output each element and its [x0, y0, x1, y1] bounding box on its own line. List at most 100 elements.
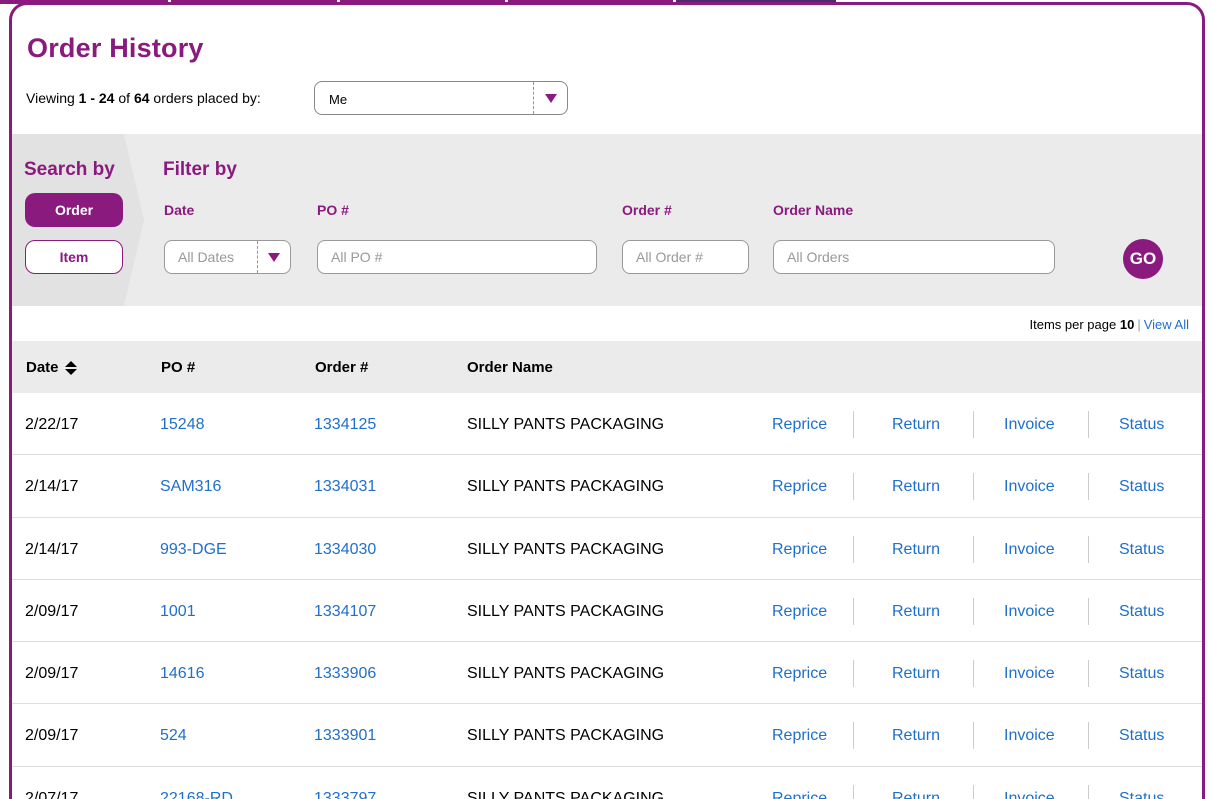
- status-link[interactable]: Status: [1119, 603, 1164, 621]
- status-link[interactable]: Status: [1119, 478, 1164, 496]
- divider: [1088, 597, 1089, 625]
- status-link[interactable]: Status: [1119, 665, 1164, 683]
- return-link[interactable]: Return: [892, 478, 940, 496]
- order-number-link[interactable]: 1333797: [314, 790, 376, 799]
- po-number-link[interactable]: 1001: [160, 603, 196, 621]
- filter-po-label: PO #: [317, 202, 349, 218]
- placed-by-select[interactable]: Me: [314, 81, 568, 115]
- order-name: SILLY PANTS PACKAGING: [467, 789, 665, 799]
- invoice-link[interactable]: Invoice: [1004, 416, 1055, 434]
- reprice-link[interactable]: Reprice: [772, 790, 827, 799]
- po-number-link[interactable]: 524: [160, 727, 187, 745]
- go-button[interactable]: GO: [1123, 239, 1163, 279]
- order-name: SILLY PANTS PACKAGING: [467, 665, 665, 683]
- order-date: 2/14/17: [25, 540, 79, 558]
- divider: [853, 411, 854, 438]
- order-number-link[interactable]: 1333901: [314, 727, 376, 745]
- invoice-link[interactable]: Invoice: [1004, 478, 1055, 496]
- divider: [973, 473, 974, 501]
- po-number-link[interactable]: 22168-RD: [160, 790, 233, 799]
- order-date: 2/07/17: [25, 789, 79, 799]
- po-number-link[interactable]: 993-DGE: [160, 541, 227, 559]
- divider: |: [1137, 317, 1141, 332]
- filter-date-dropdown-toggle[interactable]: [257, 241, 290, 273]
- table-row: 2/09/17 14616 1333906 SILLY PANTS PACKAGING…: [12, 642, 1202, 705]
- filter-order-input[interactable]: All Order #: [622, 240, 749, 274]
- invoice-link[interactable]: Invoice: [1004, 603, 1055, 621]
- divider: [1088, 722, 1089, 750]
- filter-date-select[interactable]: All Dates: [164, 240, 291, 274]
- reprice-link[interactable]: Reprice: [772, 727, 827, 745]
- table-row: 2/09/17 524 1333901 SILLY PANTS PACKAGING Re…: [12, 704, 1202, 767]
- divider: [853, 660, 854, 688]
- column-header-order-name: Order Name: [467, 359, 553, 376]
- order-date: 2/22/17: [25, 416, 79, 433]
- order-number-link[interactable]: 1334125: [314, 416, 376, 434]
- return-link[interactable]: Return: [892, 541, 940, 559]
- po-number-link[interactable]: SAM316: [160, 478, 221, 496]
- order-number-link[interactable]: 1334107: [314, 603, 376, 621]
- orders-table-body: 2/22/17 15248 1334125 SILLY PANTS PACKAGING…: [12, 393, 1202, 799]
- invoice-link[interactable]: Invoice: [1004, 727, 1055, 745]
- status-link[interactable]: Status: [1119, 727, 1164, 745]
- reprice-link[interactable]: Reprice: [772, 416, 827, 434]
- search-by-order-button[interactable]: Order: [25, 193, 123, 227]
- items-per-page: Items per page 10 | View All: [1029, 317, 1190, 332]
- invoice-link[interactable]: Invoice: [1004, 541, 1055, 559]
- order-date: 2/09/17: [25, 602, 79, 620]
- order-number-link[interactable]: 1333906: [314, 665, 376, 683]
- order-date: 2/14/17: [25, 478, 79, 496]
- filter-date-label: Date: [164, 202, 195, 218]
- reprice-link[interactable]: Reprice: [772, 665, 827, 683]
- orders-total: 64: [133, 90, 150, 106]
- return-link[interactable]: Return: [892, 727, 940, 745]
- filter-order-name-input[interactable]: All Orders: [773, 240, 1055, 274]
- divider: [1088, 660, 1089, 688]
- divider: [853, 473, 854, 501]
- order-name: SILLY PANTS PACKAGING: [467, 416, 665, 433]
- reprice-link[interactable]: Reprice: [772, 603, 827, 621]
- order-date: 2/09/17: [25, 665, 79, 683]
- return-link[interactable]: Return: [892, 790, 940, 799]
- divider: [973, 660, 974, 688]
- orders-range: 1 - 24: [78, 90, 115, 106]
- order-number-link[interactable]: 1334030: [314, 541, 376, 559]
- return-link[interactable]: Return: [892, 416, 940, 434]
- table-row: 2/14/17 SAM316 1334031 SILLY PANTS PACKAGIN…: [12, 455, 1202, 518]
- divider: [853, 597, 854, 625]
- invoice-link[interactable]: Invoice: [1004, 665, 1055, 683]
- filter-order-name-label: Order Name: [773, 202, 854, 218]
- status-link[interactable]: Status: [1119, 416, 1164, 434]
- chevron-down-icon: [268, 252, 280, 262]
- order-number-link[interactable]: 1334031: [314, 478, 376, 496]
- invoice-link[interactable]: Invoice: [1004, 790, 1055, 799]
- status-link[interactable]: Status: [1119, 541, 1164, 559]
- po-number-link[interactable]: 15248: [160, 416, 205, 434]
- table-row: 2/14/17 993-DGE 1334030 SILLY PANTS PACKAGI…: [12, 518, 1202, 580]
- sort-icon[interactable]: [64, 360, 77, 376]
- search-by-item-button[interactable]: Item: [25, 240, 123, 274]
- search-by-title: Search by: [24, 159, 115, 180]
- table-row: 2/09/17 1001 1334107 SILLY PANTS PACKAGING R…: [12, 580, 1202, 643]
- divider: [853, 784, 854, 799]
- return-link[interactable]: Return: [892, 665, 940, 683]
- divider: [1088, 535, 1089, 563]
- order-history-panel: Order History Viewing 1 - 24 of 64 order…: [9, 2, 1205, 799]
- reprice-link[interactable]: Reprice: [772, 478, 827, 496]
- reprice-link[interactable]: Reprice: [772, 541, 827, 559]
- column-header-date[interactable]: Date: [26, 359, 77, 376]
- chevron-down-icon: [544, 93, 557, 103]
- view-all-link[interactable]: View All: [1144, 317, 1189, 332]
- table-row: 2/07/17 22168-RD 1333797 SILLY PANTS PACKAG…: [12, 767, 1202, 799]
- items-per-page-value[interactable]: 10: [1120, 317, 1134, 332]
- status-link[interactable]: Status: [1119, 790, 1164, 799]
- divider: [973, 535, 974, 563]
- divider: [853, 535, 854, 563]
- filter-po-input[interactable]: All PO #: [317, 240, 597, 274]
- po-number-link[interactable]: 14616: [160, 665, 205, 683]
- placed-by-value: Me: [329, 92, 348, 107]
- divider: [973, 411, 974, 438]
- placed-by-dropdown-toggle[interactable]: [533, 82, 567, 114]
- order-date: 2/09/17: [25, 727, 79, 745]
- return-link[interactable]: Return: [892, 603, 940, 621]
